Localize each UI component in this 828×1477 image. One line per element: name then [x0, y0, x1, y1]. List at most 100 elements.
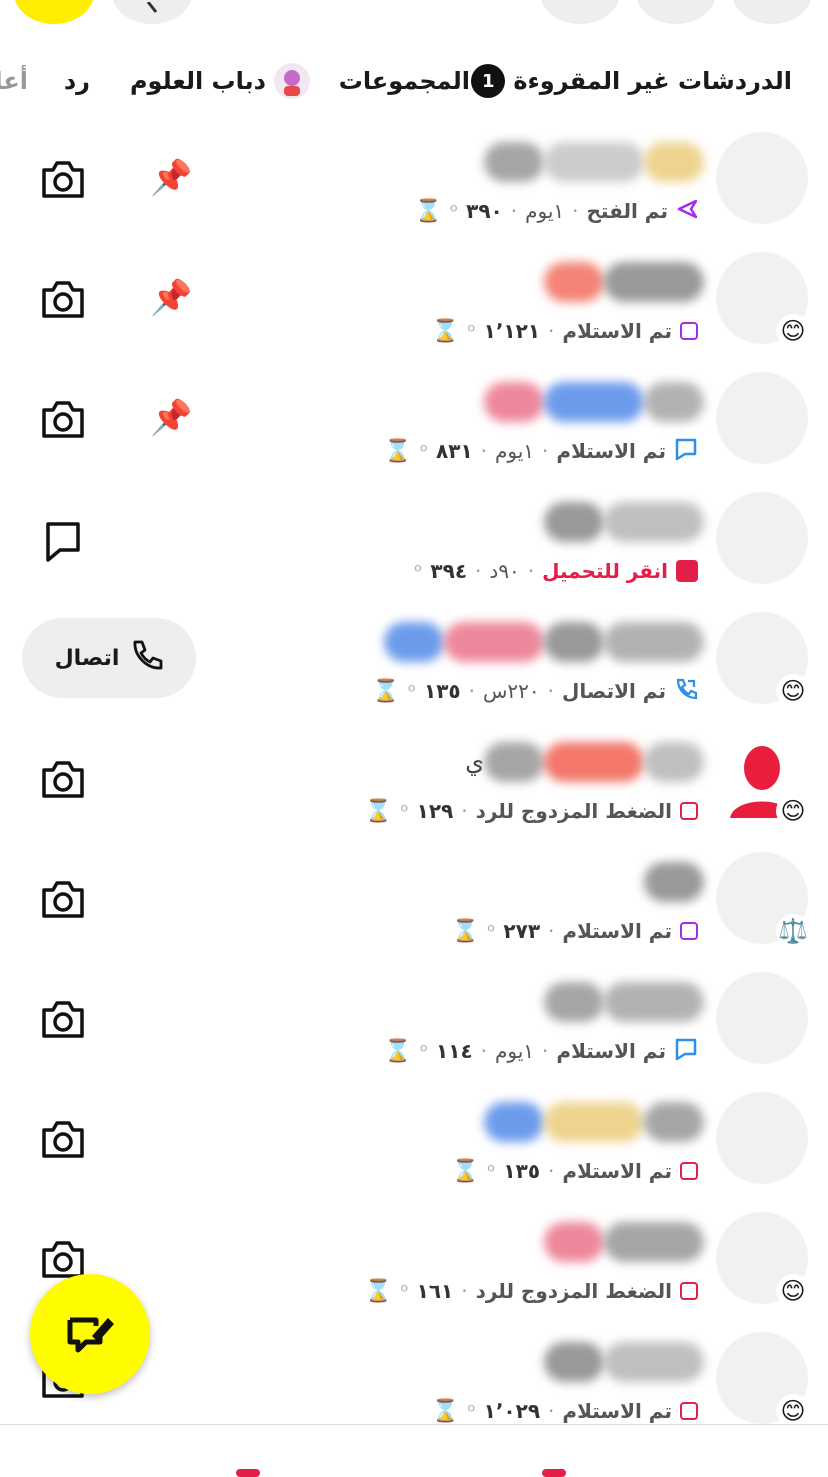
chat-icon[interactable]	[40, 518, 86, 568]
blurred-name	[604, 1222, 704, 1262]
blurred-name	[484, 142, 544, 182]
new-chat-fab[interactable]	[30, 1274, 150, 1394]
status-text: تم الفتح	[586, 199, 669, 223]
streak-count: ١٣٥	[503, 1159, 541, 1183]
blurred-name	[544, 502, 604, 542]
friend-avatar[interactable]	[716, 492, 808, 584]
chat-row[interactable]: تم الاستلام · ١٣٥ ᵒ ⌛	[0, 1078, 828, 1198]
separator-dot: ·	[475, 559, 482, 583]
chat-name	[544, 492, 704, 552]
blurred-name	[644, 742, 704, 782]
chat-name-text: ي	[465, 748, 484, 776]
new-chat-button[interactable]	[636, 0, 716, 24]
chat-row[interactable]: انقر للتحميل · ٩٠د · ٣٩٤ ᵒ	[0, 478, 828, 598]
pin-icon: 📌	[150, 398, 193, 438]
filled-square-icon	[676, 560, 698, 582]
chat-row[interactable]: 😊 تم الاستلام · ١٬١٢١ ᵒ ⌛ 📌	[0, 238, 828, 358]
blurred-name	[604, 1342, 704, 1382]
chat-row[interactable]: 😊 تم الاتصال · ٢٢٠س · ١٣٥ ᵒ ⌛ اتصال	[0, 598, 828, 718]
camera-icon[interactable]	[40, 878, 86, 924]
separator-dot: ·	[480, 1039, 488, 1063]
square-icon	[680, 1402, 698, 1420]
call-button-label: اتصال	[54, 645, 120, 671]
friend-emoji-icon: 😊	[776, 314, 810, 348]
tab-groups[interactable]: المجموعات	[339, 56, 470, 106]
profile-avatar-button[interactable]	[14, 0, 94, 24]
tab-unread[interactable]: الدردشات غير المقروءة 1	[471, 56, 792, 106]
tab-unread-label: الدردشات غير المقروءة	[513, 67, 792, 95]
tab-more[interactable]: أعا	[0, 56, 28, 106]
square-icon	[680, 322, 698, 340]
hourglass-icon: ⌛	[384, 1038, 412, 1064]
tab-reply[interactable]: رد	[64, 56, 90, 106]
blurred-name	[604, 502, 704, 542]
friend-avatar-icon	[274, 63, 310, 99]
square-icon	[680, 1282, 698, 1300]
camera-icon[interactable]	[40, 398, 86, 444]
search-button[interactable]	[112, 0, 192, 24]
chat-status-line: تم الفتح · ١يوم · ٣٩٠ ᵒ ⌛	[414, 196, 698, 226]
chat-row[interactable]: 😊 ي الضغط المزدوج للرد · ١٢٩ ᵒ ⌛	[0, 718, 828, 838]
friend-avatar[interactable]	[716, 1092, 808, 1184]
chat-status-line: الضغط المزدوج للرد · ١٢٩ ᵒ ⌛	[365, 796, 698, 826]
time-text: ١يوم	[495, 1039, 535, 1063]
chat-name	[484, 1092, 704, 1152]
chat-bubble-icon	[674, 437, 698, 466]
nav-indicator	[542, 1469, 566, 1477]
separator-dot: ·	[461, 1279, 468, 1303]
time-text: ١يوم	[495, 439, 535, 463]
camera-icon[interactable]	[40, 998, 86, 1044]
status-text: تم الاتصال	[562, 679, 666, 703]
chat-status-line: تم الاستلام · ٢٧٣ ᵒ ⌛	[452, 916, 698, 946]
hourglass-icon: ⌛	[364, 798, 393, 824]
chat-row[interactable]: تم الاستلام · ١يوم · ١١٤ ᵒ ⌛	[0, 958, 828, 1078]
friend-emoji-icon: 😊	[776, 1274, 810, 1308]
chat-name	[544, 1332, 704, 1392]
chat-name	[384, 612, 704, 672]
square-icon	[680, 802, 698, 820]
add-friend-button[interactable]	[540, 0, 620, 24]
time-text: ٩٠د	[489, 559, 520, 583]
blurred-name	[544, 382, 644, 422]
compose-icon	[67, 1317, 114, 1353]
separator-dot: ·	[548, 1399, 555, 1423]
chat-row[interactable]: ⚖️ تم الاستلام · ٢٧٣ ᵒ ⌛	[0, 838, 828, 958]
tab-friend[interactable]: دباب العلوم	[130, 56, 310, 106]
chat-row[interactable]: تم الفتح · ١يوم · ٣٩٠ ᵒ ⌛ 📌	[0, 118, 828, 238]
blurred-name	[544, 742, 644, 782]
square-icon	[680, 1162, 698, 1180]
streak-count: ١٬٠٢٩	[483, 1399, 541, 1423]
separator-dot: ·	[527, 559, 535, 583]
camera-icon[interactable]	[40, 278, 86, 324]
square-icon	[680, 922, 698, 940]
chat-row[interactable]: تم الاستلام · ١يوم · ٨٣١ ᵒ ⌛ 📌	[0, 358, 828, 478]
separator-dot: ·	[548, 919, 555, 943]
friend-avatar[interactable]	[716, 372, 808, 464]
snap-streak-icon: ᵒ	[449, 199, 459, 223]
streak-count: ٣٩٠	[466, 199, 503, 223]
streak-count: ١٢٩	[416, 799, 454, 823]
status-text: تم الاستلام	[556, 1039, 666, 1063]
status-text: انقر للتحميل	[542, 559, 668, 583]
blurred-name	[644, 142, 704, 182]
friend-avatar[interactable]	[716, 972, 808, 1064]
blurred-name	[544, 1222, 604, 1262]
more-button[interactable]	[732, 0, 812, 24]
streak-count: ٨٣١	[436, 439, 473, 463]
chat-status-line: تم الاستلام · ١٬١٢١ ᵒ ⌛	[432, 316, 698, 346]
streak-count: ٣٩٤	[430, 559, 468, 583]
camera-icon[interactable]	[40, 758, 86, 804]
friend-emoji-icon: ⚖️	[776, 914, 810, 948]
camera-icon[interactable]	[40, 1118, 86, 1164]
separator-dot: ·	[548, 1159, 555, 1183]
status-text: تم الاستلام	[562, 319, 672, 343]
camera-icon[interactable]	[40, 158, 86, 204]
blurred-name	[544, 1102, 644, 1142]
hourglass-icon: ⌛	[431, 318, 460, 344]
hourglass-icon: ⌛	[372, 678, 400, 704]
sent-arrow-icon	[676, 198, 698, 225]
call-button[interactable]: اتصال	[22, 618, 196, 698]
tab-reply-label: رد	[63, 67, 90, 95]
snap-streak-icon: ᵒ	[467, 319, 476, 343]
friend-avatar[interactable]	[716, 132, 808, 224]
